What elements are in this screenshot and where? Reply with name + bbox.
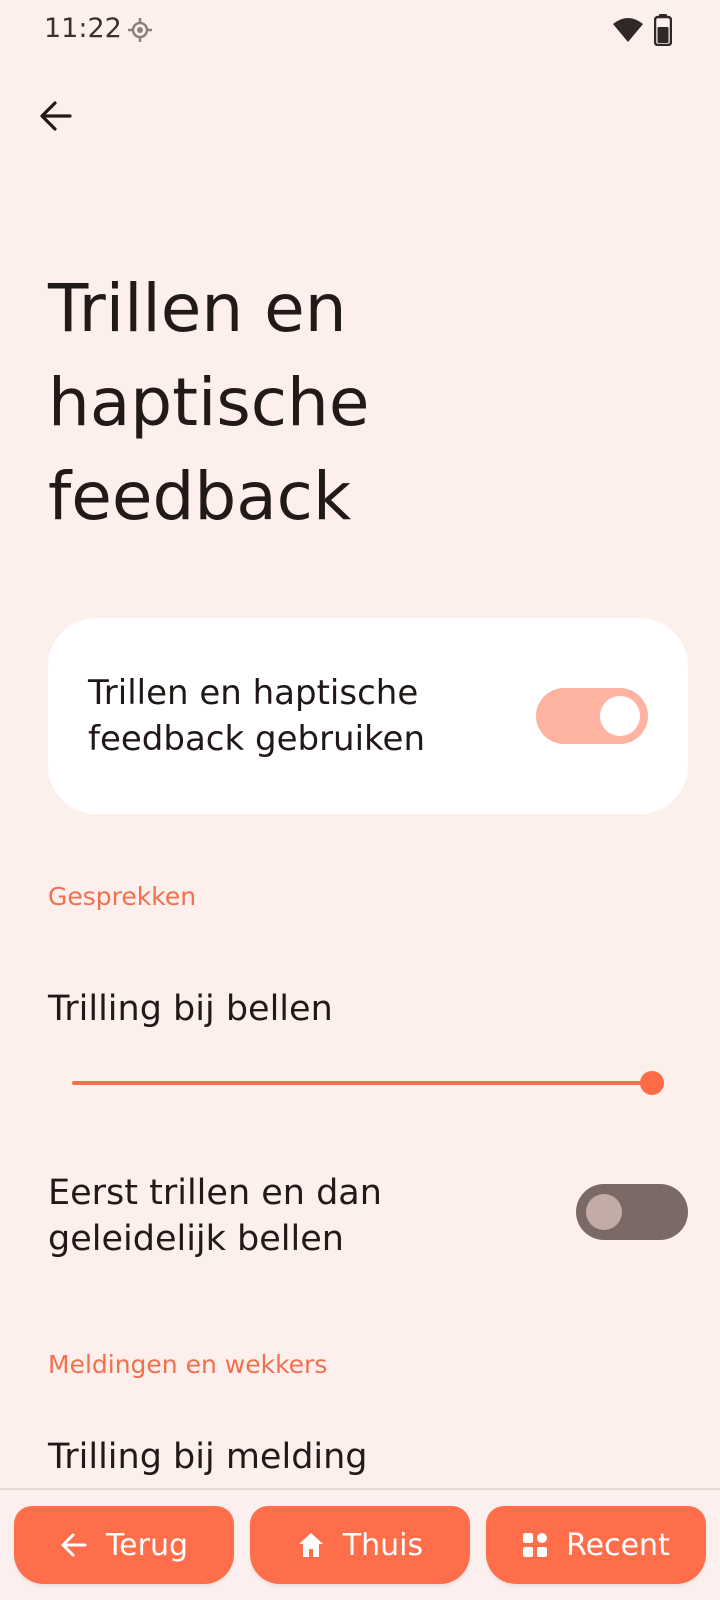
- nav-recent-label: Recent: [566, 1527, 670, 1563]
- ramping-ringer-toggle[interactable]: [576, 1184, 688, 1240]
- master-switch-card[interactable]: Trillen en haptische feedback gebruiken: [48, 618, 688, 814]
- slider-track: [72, 1081, 652, 1085]
- master-switch-toggle[interactable]: [536, 688, 648, 744]
- home-icon: [298, 1533, 323, 1557]
- arrow-left-icon: [40, 101, 72, 131]
- status-bar: 11:22: [0, 0, 720, 64]
- battery-icon: [654, 14, 672, 46]
- notification-vibration-title[interactable]: Trilling bij melding: [48, 1434, 608, 1480]
- status-time: 11:22: [44, 13, 122, 44]
- ramping-ringer-title[interactable]: Eerst trillen en dan geleidelijk bellen: [48, 1170, 508, 1262]
- arrow-left-icon: [61, 1533, 87, 1557]
- nav-back-label: Terug: [105, 1527, 189, 1563]
- nav-recent-button[interactable]: Recent: [486, 1506, 706, 1584]
- ring-vibration-slider[interactable]: [72, 1068, 672, 1098]
- toggle-knob: [600, 696, 640, 736]
- section-header-calls: Gesprekken: [48, 882, 197, 911]
- nav-home-label: Thuis: [342, 1527, 424, 1563]
- location-icon: [128, 18, 152, 42]
- settings-screen: 11:22 Trillen en haptische feedback Tril…: [0, 0, 720, 1600]
- nav-home-button[interactable]: Thuis: [250, 1506, 470, 1584]
- master-switch-label: Trillen en haptische feedback gebruiken: [88, 673, 425, 759]
- page-title: Trillen en haptische feedback: [48, 270, 370, 535]
- navigation-bar: Terug Thuis Recent: [0, 1488, 720, 1600]
- nav-back-button[interactable]: Terug: [14, 1506, 234, 1584]
- back-button[interactable]: [26, 86, 86, 146]
- slider-thumb[interactable]: [640, 1071, 664, 1095]
- ring-vibration-title: Trilling bij bellen: [48, 989, 333, 1029]
- wifi-icon: [613, 18, 643, 42]
- apps-grid-icon: [523, 1533, 548, 1557]
- toggle-knob: [586, 1194, 622, 1230]
- section-header-notifications: Meldingen en wekkers: [48, 1350, 328, 1379]
